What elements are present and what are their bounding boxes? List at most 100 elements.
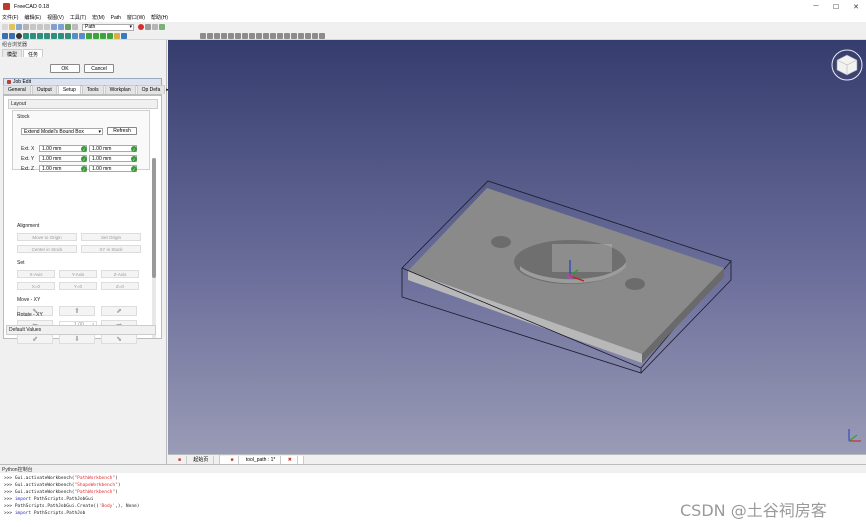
tab-model[interactable]: 模型 [2, 49, 23, 58]
part-icon[interactable] [72, 33, 78, 39]
view-bottom-icon[interactable] [58, 33, 64, 39]
tab-general[interactable]: General [3, 85, 31, 94]
path-dressup-icon[interactable] [121, 33, 127, 39]
adaptive-icon[interactable] [235, 33, 241, 39]
path-simulate-icon[interactable] [107, 33, 113, 39]
move-to-origin-button[interactable]: Move to Origin [17, 233, 77, 241]
tab-tasks[interactable]: 任务 [23, 49, 44, 58]
tab-tool-path[interactable]: ■ tool_path : 1* ✖ [220, 455, 304, 464]
3d-viewport[interactable] [168, 40, 866, 454]
menu-macro[interactable]: 宏(M) [92, 14, 105, 21]
surface-icon[interactable] [256, 33, 262, 39]
view-rear-icon[interactable] [51, 33, 57, 39]
minimize-button[interactable]: ─ [806, 0, 826, 13]
move-down-left-button[interactable]: ⬋ [17, 334, 53, 344]
print-icon[interactable] [23, 24, 29, 30]
navigation-cube[interactable] [830, 48, 864, 82]
paste-icon[interactable] [44, 24, 50, 30]
menu-tools[interactable]: 工具(T) [70, 14, 86, 21]
pocket-icon[interactable] [207, 33, 213, 39]
tab-tools[interactable]: Tools [81, 85, 104, 94]
tab-start-page[interactable]: ■ 起始页 [168, 455, 221, 464]
cut-icon[interactable] [30, 24, 36, 30]
drilling-icon[interactable] [221, 33, 227, 39]
tab-workplan[interactable]: Workplan [104, 85, 136, 94]
fixture-icon[interactable] [305, 33, 311, 39]
menu-file[interactable]: 文件(F) [2, 14, 18, 21]
ext-x-pos-field[interactable]: 1.00 mm [89, 145, 137, 152]
move-up-right-button[interactable]: ⬈ [101, 306, 137, 316]
tab-op-defaults[interactable]: Op Defa [136, 85, 166, 94]
ext-y-neg-field[interactable]: 1.00 mm [39, 155, 87, 162]
y-axis-button[interactable]: Y-Axis [59, 270, 97, 278]
menu-view[interactable]: 视图(V) [47, 14, 64, 21]
save-icon[interactable] [16, 24, 22, 30]
comment-icon[interactable] [284, 33, 290, 39]
copy-op-icon[interactable] [277, 33, 283, 39]
view-left-icon[interactable] [65, 33, 71, 39]
macro-record-icon[interactable] [138, 24, 144, 30]
z0-button[interactable]: Z=0 [101, 282, 139, 290]
fit-all-icon[interactable] [2, 33, 8, 39]
copy-icon[interactable] [37, 24, 43, 30]
move-up-button[interactable]: ⬆ [59, 306, 95, 316]
deburr-icon[interactable] [249, 33, 255, 39]
group-icon[interactable] [79, 33, 85, 39]
refresh-icon[interactable] [65, 24, 71, 30]
xy-in-stock-button[interactable]: XY in Stock [81, 245, 141, 253]
y0-button[interactable]: Y=0 [59, 282, 97, 290]
macro-run-icon[interactable] [159, 24, 165, 30]
stock-mode-select[interactable]: Extend Model's Bound Box ▾ [21, 128, 103, 135]
nav-cube-icon[interactable] [830, 48, 864, 82]
custom-icon[interactable] [298, 33, 304, 39]
center-in-stock-button[interactable]: Center in Stock [17, 245, 77, 253]
tab-setup[interactable]: Setup [57, 85, 81, 94]
open-file-icon[interactable] [9, 24, 15, 30]
array-icon[interactable] [270, 33, 276, 39]
draw-style-icon[interactable] [16, 33, 22, 39]
set-origin-button[interactable]: Set Origin [81, 233, 141, 241]
view-front-icon[interactable] [30, 33, 36, 39]
view-top-icon[interactable] [37, 33, 43, 39]
tab-output[interactable]: Output [31, 85, 57, 94]
ext-z-neg-field[interactable]: 1.00 mm [39, 165, 87, 172]
cancel-button[interactable]: Cancel [84, 64, 114, 73]
path-sanity-icon[interactable] [100, 33, 106, 39]
ok-button[interactable]: OK [50, 64, 80, 73]
default-values-section-header[interactable]: Default Values [6, 325, 156, 335]
undo-icon[interactable] [51, 24, 57, 30]
move-down-button[interactable]: ⬇ [59, 334, 95, 344]
new-file-icon[interactable] [2, 24, 8, 30]
layout-section-header[interactable]: Layout [8, 99, 158, 109]
path-post-icon[interactable] [93, 33, 99, 39]
path-tool-icon[interactable] [114, 33, 120, 39]
tool-change-icon[interactable] [312, 33, 318, 39]
ext-x-neg-field[interactable]: 1.00 mm [39, 145, 87, 152]
whats-this-icon[interactable] [72, 24, 78, 30]
view-right-icon[interactable] [44, 33, 50, 39]
shape-icon[interactable] [319, 33, 325, 39]
menu-help[interactable]: 帮助(H) [151, 14, 168, 21]
stop-op-icon[interactable] [291, 33, 297, 39]
view-isometric-icon[interactable] [23, 33, 29, 39]
vcarve-icon[interactable] [263, 33, 269, 39]
redo-icon[interactable] [58, 24, 64, 30]
ext-z-pos-field[interactable]: 1.00 mm [89, 165, 137, 172]
menu-window[interactable]: 窗口(W) [127, 14, 145, 21]
fit-selection-icon[interactable] [9, 33, 15, 39]
scrollbar-thumb[interactable] [152, 158, 156, 278]
workbench-selector[interactable]: Path ▾ [82, 23, 134, 31]
engrave-icon[interactable] [242, 33, 248, 39]
face-icon[interactable] [214, 33, 220, 39]
menu-path[interactable]: Path [111, 15, 121, 21]
maximize-button[interactable]: ☐ [826, 0, 846, 13]
menu-edit[interactable]: 编辑(E) [24, 14, 41, 21]
x0-button[interactable]: X=0 [17, 282, 55, 290]
close-tab-icon[interactable]: ✖ [282, 455, 298, 464]
setup-scrollbar[interactable] [152, 158, 156, 338]
profile-icon[interactable] [200, 33, 206, 39]
refresh-button[interactable]: Refresh [107, 127, 137, 135]
x-axis-button[interactable]: X-Axis [17, 270, 55, 278]
move-down-right-button[interactable]: ⬊ [101, 334, 137, 344]
model-render[interactable] [168, 40, 866, 454]
